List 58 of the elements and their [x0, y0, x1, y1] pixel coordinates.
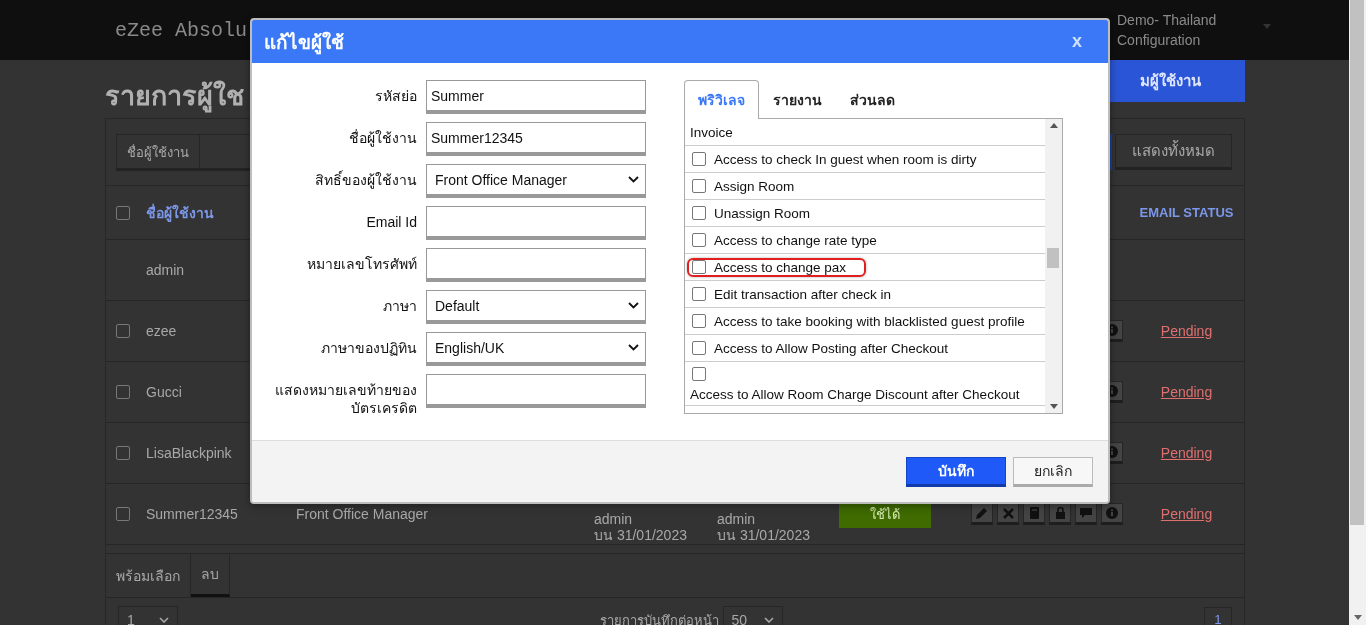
privilege-label: Unassign Room [714, 205, 811, 221]
dropdown[interactable]: Default [426, 290, 646, 324]
dialog-title: แก้ไขผู้ใช้ [264, 30, 344, 57]
cancel-button[interactable]: ยกเลิก [1013, 456, 1093, 487]
tab[interactable]: ส่วนลด [836, 80, 909, 118]
privilege-label: Access to check In guest when room is dirty [714, 151, 977, 167]
user-role: Front Office Manager [296, 506, 429, 522]
created-date: บน 31/01/2023 [594, 527, 687, 543]
input-field[interactable]: Summer [426, 80, 646, 114]
column-header[interactable]: ชื่อผู้ใช้งาน [146, 201, 214, 224]
field-label: รหัสย่อ [374, 87, 417, 105]
per-page-select[interactable]: 50 [722, 606, 783, 625]
tab[interactable]: รายงาน [759, 80, 836, 118]
user-name: Gucci [146, 384, 182, 400]
modified-by: admin [717, 511, 756, 527]
column-header[interactable]: EMAIL STATUS [1139, 205, 1234, 220]
user-name: admin [146, 262, 185, 278]
user-name: ezee [146, 323, 177, 339]
tab[interactable]: พริวิเลจ [684, 80, 759, 119]
user-name: LisaBlackpink [146, 445, 232, 461]
privilege-label: Access to change rate type [714, 232, 877, 248]
privilege-label: Access to Allow Posting after Checkout [714, 340, 949, 356]
privilege-label: Assign Room [714, 178, 795, 194]
input-field[interactable]: Summer12345 [426, 122, 646, 156]
field-label: ภาษา [382, 297, 417, 315]
privilege-label: Access to Allow Room Charge Discount after Checkout [690, 387, 1020, 402]
field-label: หมายเลขโทรศัพท์ [306, 255, 417, 273]
property-name[interactable]: Demo- Thailand [1117, 12, 1257, 28]
dropdown[interactable]: Front Office Manager [426, 164, 646, 198]
field-label: สิทธิ์ของผู้ใช้งาน [314, 169, 417, 189]
property-subtitle: Configuration [1117, 32, 1202, 48]
field-label: ชื่อผู้ใช้งาน [348, 128, 417, 147]
show-all-button[interactable]: แสดงทั้งหมด [1115, 134, 1232, 170]
filter-label: ชื่อผู้ใช้งาน [117, 134, 200, 168]
privilege-label: Access to take booking with blacklisted guest profile [714, 313, 1025, 329]
page-button[interactable]: 1 [1204, 607, 1232, 625]
privilege-label: Edit transaction after check in [714, 286, 892, 302]
page-select[interactable]: 1 [118, 606, 178, 625]
field-label: ภาษาของปฏิทิน [320, 339, 417, 357]
save-button[interactable]: บันทึก [906, 456, 1006, 487]
close-button[interactable]: x [1066, 30, 1088, 53]
dropdown[interactable]: English/UK [426, 332, 646, 366]
privilege-label: Invoice [690, 124, 733, 140]
field-label: Email Id [365, 213, 417, 231]
email-status-link[interactable]: Pending [1160, 506, 1213, 522]
field-label: แสดงหมายเลขท้ายของบัตรเครดิต [274, 381, 417, 417]
email-status-link[interactable]: Pending [1160, 445, 1213, 461]
email-status-link[interactable]: Pending [1160, 384, 1213, 400]
app-logo: eZee Absolu [115, 18, 248, 42]
bulk-action-tab[interactable]: พร้อมเลือก [106, 554, 191, 597]
email-status-link[interactable]: Pending [1160, 323, 1213, 339]
user-name: Summer12345 [146, 506, 238, 522]
modified-date: บน 31/01/2023 [717, 527, 810, 543]
page-title: รายการผู้ใช [105, 79, 244, 115]
bulk-action-tab[interactable]: ลบ [191, 554, 230, 597]
per-page-label: รายการบันทึกต่อหน้า [599, 611, 719, 625]
privilege-label: Access to change pax [714, 259, 847, 275]
created-by: admin [594, 511, 633, 527]
